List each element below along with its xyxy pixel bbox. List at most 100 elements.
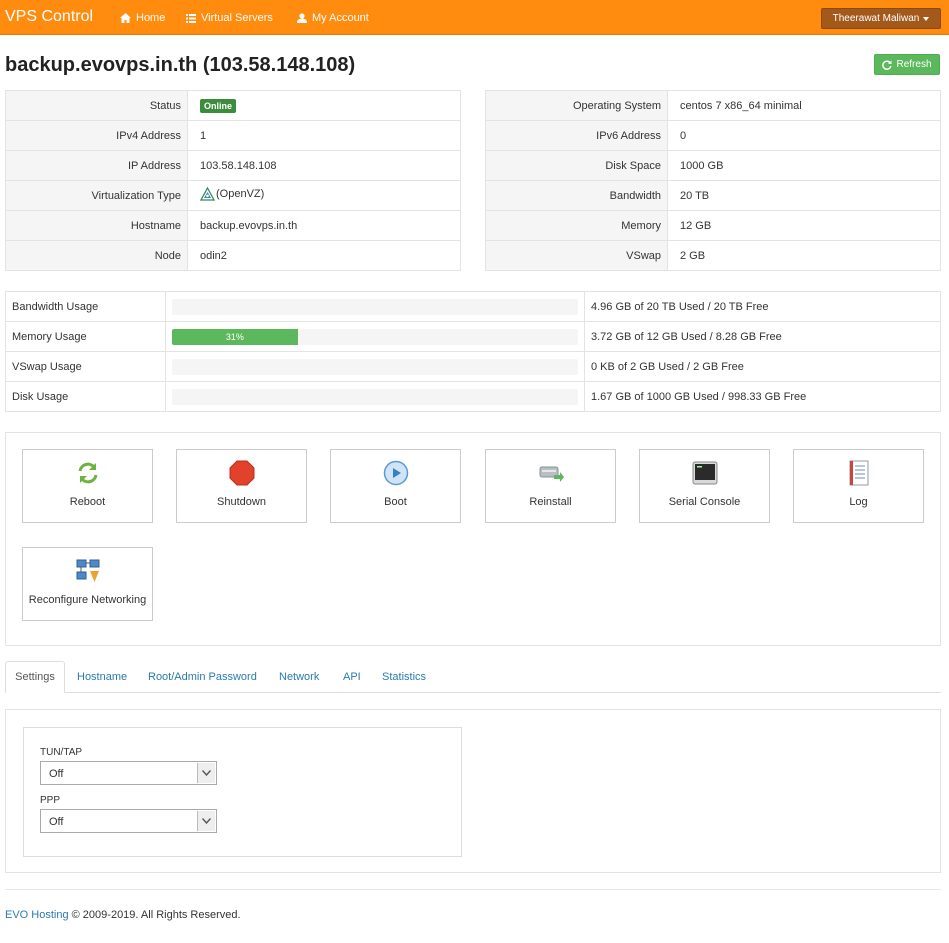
serial-console-label: Serial Console xyxy=(668,496,741,508)
info-key: Node xyxy=(5,240,188,271)
virtualization-type: (OpenVZ) xyxy=(216,188,265,200)
reinstall-button[interactable]: Reinstall xyxy=(485,449,616,523)
info-key: IPv6 Address xyxy=(485,120,668,151)
actions-panel: Reboot Shutdown Boot Reinstall Serial Co… xyxy=(5,432,941,646)
reboot-icon xyxy=(78,462,97,484)
usage-label: VSwap Usage xyxy=(5,351,166,382)
shutdown-button[interactable]: Shutdown xyxy=(176,449,307,523)
shutdown-label: Shutdown xyxy=(217,496,266,508)
reinstall-icon xyxy=(539,466,564,482)
list-icon xyxy=(186,13,196,23)
user-menu-button[interactable]: Theerawat Maliwan xyxy=(821,8,941,29)
info-value: 2 GB xyxy=(667,240,941,271)
info-key: Memory xyxy=(485,210,668,241)
info-value: (OpenVZ) xyxy=(187,180,461,211)
chevron-down-icon xyxy=(197,763,215,783)
info-row: Node odin2 xyxy=(5,240,461,271)
info-row: Memory 12 GB xyxy=(485,210,941,241)
progress-bar: 31% xyxy=(172,328,578,345)
user-icon xyxy=(297,13,307,23)
info-row: Bandwidth 20 TB xyxy=(485,180,941,211)
tuntap-select[interactable]: Off xyxy=(40,761,217,785)
navbar: VPS Control Home Virtual Servers My Acco… xyxy=(0,0,949,35)
chevron-down-icon xyxy=(197,811,215,831)
settings-panel: TUN/TAP Off PPP Off xyxy=(5,709,941,873)
info-value: Online xyxy=(187,90,461,121)
info-row: Disk Space 1000 GB xyxy=(485,150,941,181)
footer-link[interactable]: EVO Hosting xyxy=(5,909,69,921)
footer: EVO Hosting © 2009-2019. All Rights Rese… xyxy=(5,909,241,921)
ppp-select[interactable]: Off xyxy=(40,809,217,833)
boot-button[interactable]: Boot xyxy=(330,449,461,523)
tab-hostname[interactable]: Hostname xyxy=(77,661,127,693)
tab-network[interactable]: Network xyxy=(279,661,319,693)
usage-bar-cell xyxy=(165,291,585,322)
usage-row: Memory Usage 31% 3.72 GB of 12 GB Used /… xyxy=(5,321,941,352)
nav-my-account[interactable]: My Account xyxy=(297,12,369,24)
settings-tabs: Settings Hostname Root/Admin Password Ne… xyxy=(5,661,941,693)
home-icon xyxy=(120,13,131,23)
usage-detail: 3.72 GB of 12 GB Used / 8.28 GB Free xyxy=(584,321,941,352)
tuntap-label: TUN/TAP xyxy=(40,747,83,758)
usage-row: Disk Usage 1.67 GB of 1000 GB Used / 998… xyxy=(5,381,941,412)
progress-fill: 31% xyxy=(172,328,298,345)
refresh-label: Refresh xyxy=(896,59,932,70)
reboot-label: Reboot xyxy=(69,496,106,508)
info-row: Hostname backup.evovps.in.th xyxy=(5,210,461,241)
refresh-icon xyxy=(882,59,893,70)
info-value: 0 xyxy=(667,120,941,151)
console-icon xyxy=(692,461,717,485)
tab-statistics[interactable]: Statistics xyxy=(382,661,426,693)
progress-bar xyxy=(172,298,578,315)
progress-bar xyxy=(172,388,578,405)
info-row: IPv4 Address 1 xyxy=(5,120,461,151)
usage-detail: 0 KB of 2 GB Used / 2 GB Free xyxy=(584,351,941,382)
page-title: backup.evovps.in.th (103.58.148.108) xyxy=(5,54,356,76)
shutdown-icon xyxy=(229,460,254,486)
info-key: IP Address xyxy=(5,150,188,181)
info-row: Operating System centos 7 x86_64 minimal xyxy=(485,90,941,121)
nav-virtual-servers-label: Virtual Servers xyxy=(201,12,273,24)
server-info-table-right: Operating System centos 7 x86_64 minimal… xyxy=(485,90,941,271)
status-badge: Online xyxy=(200,98,237,113)
info-key: Bandwidth xyxy=(485,180,668,211)
reconfigure-networking-label: Reconfigure Networking xyxy=(28,594,147,606)
progress-bar xyxy=(172,358,578,375)
reinstall-label: Reinstall xyxy=(529,496,572,508)
brand-logo[interactable]: VPS Control xyxy=(5,8,93,26)
info-key: Status xyxy=(5,90,188,121)
info-key: IPv4 Address xyxy=(5,120,188,151)
nav-my-account-label: My Account xyxy=(312,12,369,24)
info-row: IP Address 103.58.148.108 xyxy=(5,150,461,181)
serial-console-button[interactable]: Serial Console xyxy=(639,449,770,523)
info-value: 1000 GB xyxy=(667,150,941,181)
reboot-button[interactable]: Reboot xyxy=(22,449,153,523)
info-value: 20 TB xyxy=(667,180,941,211)
info-key: Hostname xyxy=(5,210,188,241)
info-key: Operating System xyxy=(485,90,668,121)
tab-root-admin-password[interactable]: Root/Admin Password xyxy=(148,661,257,693)
nav-home[interactable]: Home xyxy=(120,12,165,24)
info-value: backup.evovps.in.th xyxy=(187,210,461,241)
boot-icon xyxy=(383,460,408,486)
footer-copyright: © 2009-2019. All Rights Reserved. xyxy=(68,909,241,921)
info-key: VSwap xyxy=(485,240,668,271)
refresh-button[interactable]: Refresh xyxy=(874,54,940,75)
user-name: Theerawat Maliwan xyxy=(832,13,920,24)
reconfigure-networking-button[interactable]: Reconfigure Networking xyxy=(22,547,153,621)
info-value: odin2 xyxy=(187,240,461,271)
usage-detail: 1.67 GB of 1000 GB Used / 998.33 GB Free xyxy=(584,381,941,412)
usage-bar-cell xyxy=(165,351,585,382)
info-value: 1 xyxy=(187,120,461,151)
log-label: Log xyxy=(849,496,868,508)
boot-label: Boot xyxy=(384,496,407,508)
settings-form: TUN/TAP Off PPP Off xyxy=(23,727,462,857)
network-icon xyxy=(76,559,99,582)
log-button[interactable]: Log xyxy=(793,449,924,523)
usage-row: VSwap Usage 0 KB of 2 GB Used / 2 GB Fre… xyxy=(5,351,941,382)
tab-settings[interactable]: Settings xyxy=(5,661,65,693)
footer-divider xyxy=(5,889,941,890)
tab-api[interactable]: API xyxy=(343,661,361,693)
ppp-label: PPP xyxy=(40,795,61,806)
nav-virtual-servers[interactable]: Virtual Servers xyxy=(186,12,273,24)
